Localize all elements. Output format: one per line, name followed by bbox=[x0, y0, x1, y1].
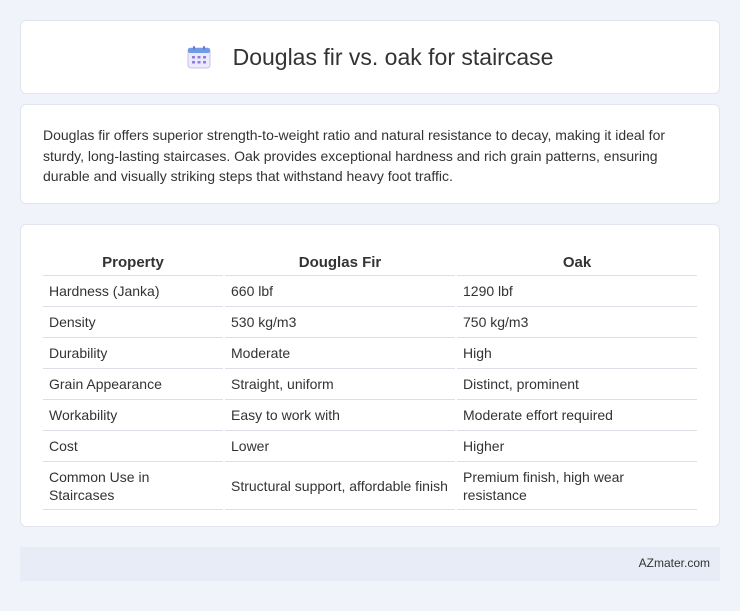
column-header-douglas-fir: Douglas Fir bbox=[225, 245, 455, 276]
table-cell: Common Use in Staircases bbox=[43, 462, 223, 510]
table-row: Common Use in Staircases Structural supp… bbox=[43, 462, 697, 510]
table-cell: 750 kg/m3 bbox=[457, 307, 697, 338]
table-row: Density 530 kg/m3 750 kg/m3 bbox=[43, 307, 697, 338]
footer-brand: AZmater.com bbox=[638, 556, 710, 570]
column-header-oak: Oak bbox=[457, 245, 697, 276]
table-cell: Straight, uniform bbox=[225, 369, 455, 400]
table-row: Hardness (Janka) 660 lbf 1290 lbf bbox=[43, 276, 697, 307]
table-header-row: Property Douglas Fir Oak bbox=[43, 245, 697, 276]
table-cell: Premium finish, high wear resistance bbox=[457, 462, 697, 510]
title-card: Douglas fir vs. oak for staircase bbox=[20, 20, 720, 94]
table-cell: Cost bbox=[43, 431, 223, 462]
table-row: Grain Appearance Straight, uniform Disti… bbox=[43, 369, 697, 400]
table-cell: 530 kg/m3 bbox=[225, 307, 455, 338]
comparison-table-card: Property Douglas Fir Oak Hardness (Janka… bbox=[20, 224, 720, 527]
table-row: Cost Lower Higher bbox=[43, 431, 697, 462]
table-cell: Workability bbox=[43, 400, 223, 431]
table-cell: Distinct, prominent bbox=[457, 369, 697, 400]
table-cell: Structural support, affordable finish bbox=[225, 462, 455, 510]
page-title: Douglas fir vs. oak for staircase bbox=[232, 43, 554, 70]
table-cell: 660 lbf bbox=[225, 276, 455, 307]
table-cell: Density bbox=[43, 307, 223, 338]
column-header-property: Property bbox=[43, 245, 223, 276]
description-card: Douglas fir offers superior strength-to-… bbox=[20, 104, 720, 204]
table-cell: Easy to work with bbox=[225, 400, 455, 431]
table-cell: 1290 lbf bbox=[457, 276, 697, 307]
table-cell: Hardness (Janka) bbox=[43, 276, 223, 307]
footer: AZmater.com bbox=[20, 547, 720, 581]
table-cell: Lower bbox=[225, 431, 455, 462]
table-cell: Higher bbox=[457, 431, 697, 462]
table-row: Durability Moderate High bbox=[43, 338, 697, 369]
table-cell: High bbox=[457, 338, 697, 369]
comparison-table: Property Douglas Fir Oak Hardness (Janka… bbox=[41, 245, 699, 510]
table-cell: Moderate bbox=[225, 338, 455, 369]
table-cell: Grain Appearance bbox=[43, 369, 223, 400]
calendar-icon bbox=[187, 45, 211, 69]
table-cell: Moderate effort required bbox=[457, 400, 697, 431]
description-text: Douglas fir offers superior strength-to-… bbox=[43, 127, 666, 184]
table-cell: Durability bbox=[43, 338, 223, 369]
table-row: Workability Easy to work with Moderate e… bbox=[43, 400, 697, 431]
